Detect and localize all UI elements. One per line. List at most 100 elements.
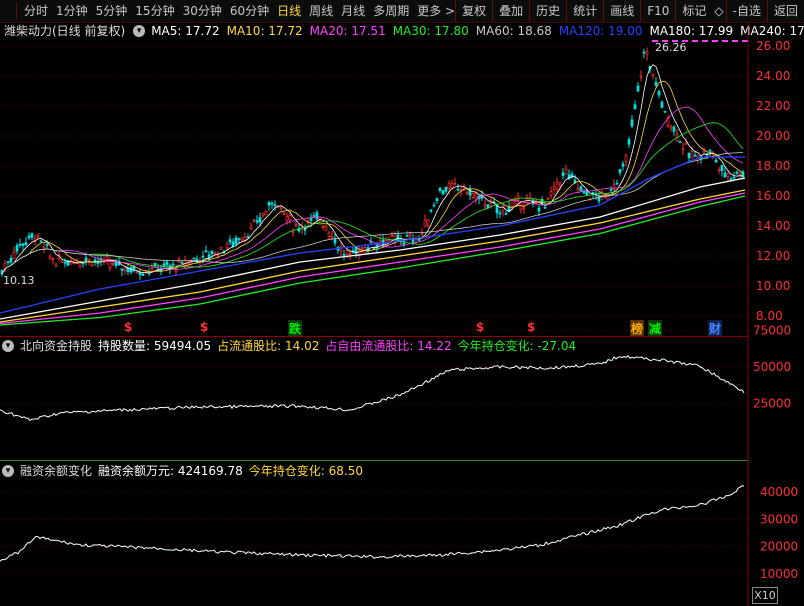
candle-body — [633, 104, 637, 110]
north-free-ratio: 占自由流通股比: 14.22 — [325, 339, 452, 353]
candle-body — [555, 182, 559, 190]
candle-body — [669, 126, 673, 129]
candle-body — [30, 233, 34, 238]
candle-body — [18, 244, 22, 246]
candle-body — [615, 182, 619, 185]
candle-body — [267, 202, 271, 206]
candle-body — [63, 261, 67, 264]
candle-body — [486, 204, 490, 208]
event-marker-2[interactable]: 跌 — [288, 320, 303, 337]
main-grid — [0, 45, 748, 317]
north-indicator-icon[interactable]: ▾ — [2, 340, 14, 352]
margin-indicator-icon[interactable]: ▾ — [2, 465, 14, 477]
candle-body — [621, 163, 625, 167]
candle-body — [549, 191, 553, 196]
event-marker-5[interactable]: 榜 — [630, 320, 645, 337]
candle-body — [678, 141, 682, 143]
high-label: 26.26 — [655, 41, 687, 54]
candle-body — [111, 262, 115, 265]
candle-body — [447, 182, 451, 190]
candle-body — [60, 260, 64, 263]
candle-body — [90, 264, 94, 267]
price-tick-0: 26.00 — [756, 39, 790, 53]
candle-body — [645, 51, 649, 56]
candle-body — [561, 172, 565, 177]
event-marker-6[interactable]: 减 — [648, 320, 663, 337]
margin-chart[interactable] — [0, 485, 745, 562]
candle-body — [219, 246, 223, 250]
candle-body — [321, 226, 325, 229]
north-chart[interactable] — [0, 354, 745, 422]
candle-body — [108, 260, 112, 268]
candle-body — [69, 261, 73, 265]
ma-line-5 — [1, 64, 744, 275]
candle-body — [54, 264, 58, 268]
candle-body — [543, 206, 547, 209]
candle-body — [423, 219, 427, 227]
candle-body — [663, 110, 667, 113]
candle-body — [258, 217, 262, 223]
candle-body — [231, 241, 235, 247]
candle-body — [372, 247, 376, 250]
candle-body — [684, 142, 688, 145]
candle-body — [726, 173, 730, 177]
candle-body — [732, 176, 736, 179]
candle-body — [624, 155, 628, 162]
candle-body — [426, 219, 430, 226]
price-tick-6: 14.00 — [756, 219, 790, 233]
candle-body — [378, 240, 382, 244]
price-tick-8: 10.00 — [756, 279, 790, 293]
price-tick-1: 24.00 — [756, 69, 790, 83]
candle-body — [465, 192, 469, 195]
candle-body — [504, 213, 508, 215]
candle-body — [639, 75, 643, 78]
north-year-change: 今年持仓变化: -27.04 — [457, 339, 577, 353]
low-label: 10.13 — [3, 274, 35, 287]
candle-body — [654, 81, 658, 86]
candle-body — [576, 187, 580, 190]
margin-tick-2: 20000 — [760, 540, 798, 554]
candle-body — [546, 197, 550, 200]
candle-body — [45, 244, 49, 246]
candle-body — [435, 198, 439, 202]
candle-body — [249, 226, 253, 230]
price-chart[interactable] — [0, 47, 746, 326]
candle-body — [498, 212, 502, 215]
event-marker-0[interactable]: $ — [124, 320, 132, 334]
north-tick-1: 50000 — [753, 360, 791, 374]
candle-body — [264, 211, 268, 216]
candle-body — [303, 228, 307, 231]
event-marker-3[interactable]: $ — [476, 320, 484, 334]
candle-body — [204, 250, 208, 253]
candle-body — [552, 186, 556, 190]
north-title: 北向资金持股 — [20, 339, 93, 353]
candle-body — [630, 119, 634, 127]
event-marker-1[interactable]: $ — [200, 320, 208, 334]
candle-body — [690, 151, 694, 159]
candle-body — [228, 239, 232, 243]
event-marker-4[interactable]: $ — [527, 320, 535, 334]
candle-body — [288, 214, 292, 220]
candle-body — [495, 205, 499, 214]
candle-body — [708, 149, 712, 152]
candle-body — [42, 246, 46, 249]
candle-body — [681, 148, 685, 151]
price-tick-2: 22.00 — [756, 99, 790, 113]
event-marker-7[interactable]: 财 — [708, 320, 723, 337]
candle-body — [39, 240, 43, 243]
candle-body — [348, 252, 352, 255]
candle-body — [420, 233, 424, 235]
candle-body — [402, 242, 406, 245]
north-tick-0: 75000 — [753, 324, 791, 338]
scale-badge[interactable]: X10 — [752, 587, 778, 604]
candle-body — [270, 202, 274, 205]
price-tick-4: 18.00 — [756, 159, 790, 173]
candle-body — [474, 193, 478, 199]
chart-canvas: 26.00 24.00 22.00 20.00 18.00 16.00 14.00 12.00… — [0, 22, 798, 606]
candle-body — [138, 272, 142, 275]
candle-body — [285, 216, 289, 221]
candle-body — [15, 245, 19, 252]
candle-body — [687, 152, 691, 159]
candle-body — [282, 213, 286, 215]
price-tick-3: 20.00 — [756, 129, 790, 143]
